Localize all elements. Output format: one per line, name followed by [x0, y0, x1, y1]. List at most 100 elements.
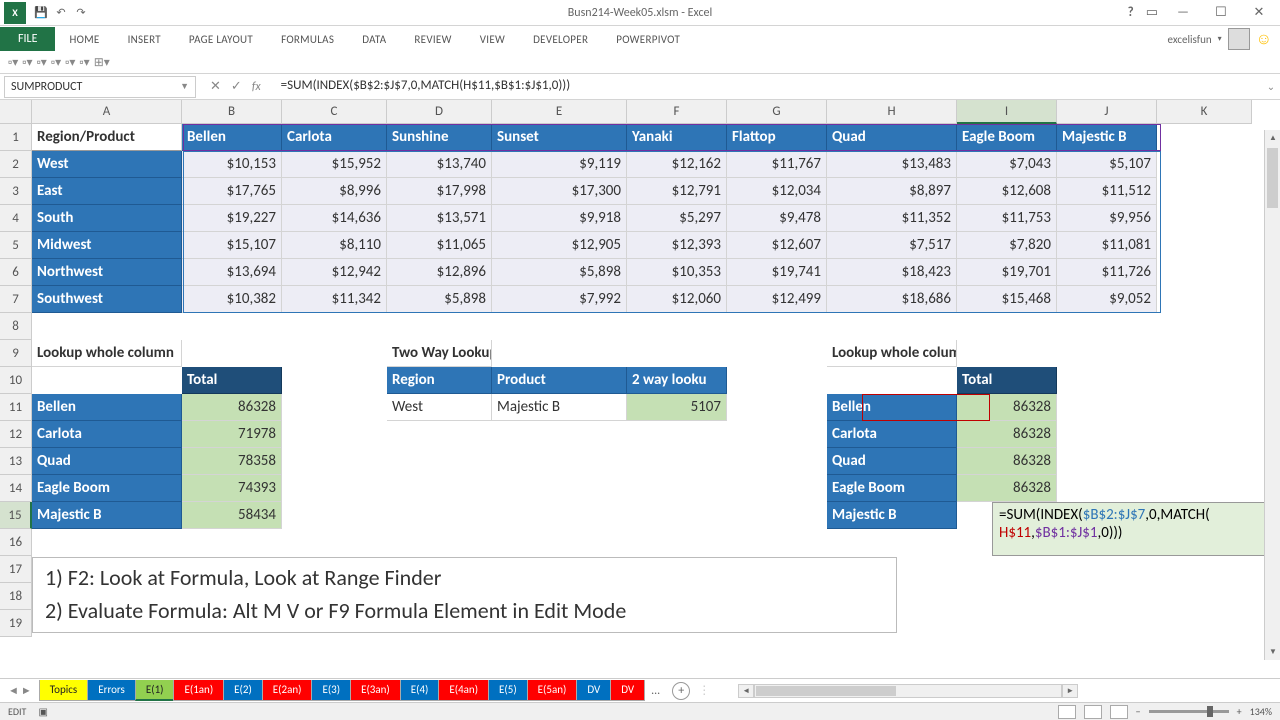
cell[interactable]: Eagle Boom — [32, 475, 182, 502]
cell[interactable]: $17,765 — [182, 178, 282, 205]
cell[interactable]: $13,740 — [387, 151, 492, 178]
row-header-16[interactable]: 16 — [0, 529, 32, 556]
toolbar-icon[interactable]: ▫▾ — [65, 55, 75, 70]
scroll-down-icon[interactable]: ▼ — [1265, 644, 1280, 660]
cell[interactable]: Majestic B — [492, 394, 627, 421]
col-header-K[interactable]: K — [1157, 100, 1252, 124]
cell[interactable]: $11,512 — [1057, 178, 1157, 205]
cell[interactable]: $7,043 — [957, 151, 1057, 178]
cell[interactable]: $17,300 — [492, 178, 627, 205]
cell[interactable]: $7,992 — [492, 286, 627, 313]
cell[interactable]: $10,353 — [627, 259, 727, 286]
ribbon-tab-powerpivot[interactable]: POWERPIVOT — [602, 28, 694, 51]
cell[interactable]: $5,898 — [492, 259, 627, 286]
row-header-17[interactable]: 17 — [0, 556, 32, 583]
cell[interactable]: Quad — [827, 124, 957, 151]
sheet-tab-errors[interactable]: Errors — [87, 680, 136, 701]
tabs-overflow[interactable]: ... — [645, 684, 666, 698]
ribbon-tab-review[interactable]: REVIEW — [400, 28, 465, 51]
cell[interactable]: Majestic B — [1057, 124, 1157, 151]
pagebreak-view-icon[interactable] — [1110, 705, 1128, 719]
cancel-formula-icon[interactable]: ✕ — [210, 79, 221, 94]
cell[interactable]: $17,998 — [387, 178, 492, 205]
col-header-J[interactable]: J — [1057, 100, 1157, 124]
row-header-13[interactable]: 13 — [0, 448, 32, 475]
zoom-in-icon[interactable]: + — [1237, 705, 1242, 718]
col-header-E[interactable]: E — [492, 100, 627, 124]
col-header-D[interactable]: D — [387, 100, 492, 124]
cell[interactable]: $13,694 — [182, 259, 282, 286]
cell[interactable]: Sunset — [492, 124, 627, 151]
col-header-A[interactable]: A — [32, 100, 182, 124]
cell[interactable]: $11,767 — [727, 151, 827, 178]
row-header-10[interactable]: 10 — [0, 367, 32, 394]
cell[interactable]: $15,107 — [182, 232, 282, 259]
cell[interactable]: 71978 — [182, 421, 282, 448]
cell[interactable]: 86328 — [957, 475, 1057, 502]
cell[interactable]: 86328 — [957, 448, 1057, 475]
select-all-corner[interactable] — [0, 100, 32, 124]
cell[interactable]: $12,942 — [282, 259, 387, 286]
name-box[interactable]: SUMPRODUCT ▼ — [4, 76, 196, 98]
cell[interactable]: Eagle Boom — [827, 475, 957, 502]
cell[interactable]: $19,701 — [957, 259, 1057, 286]
sheet-tab-e(2an)[interactable]: E(2an) — [262, 680, 313, 701]
cell[interactable]: Majestic B — [827, 502, 957, 529]
cell[interactable]: 58434 — [182, 502, 282, 529]
row-header-2[interactable]: 2 — [0, 151, 32, 178]
cell[interactable]: West — [32, 151, 182, 178]
cell[interactable]: 2 way looku — [627, 367, 727, 394]
macro-record-icon[interactable]: ▣ — [38, 705, 47, 718]
accept-formula-icon[interactable]: ✓ — [231, 79, 242, 94]
cell[interactable]: Bellen — [182, 124, 282, 151]
cell[interactable]: $11,726 — [1057, 259, 1157, 286]
tab-nav-next-icon[interactable]: ► — [21, 684, 32, 697]
cell[interactable]: $12,393 — [627, 232, 727, 259]
ribbon-tab-home[interactable]: HOME — [55, 28, 113, 51]
cell[interactable]: Flattop — [727, 124, 827, 151]
sheet-tab-dv[interactable]: DV — [576, 680, 611, 701]
cell[interactable]: $5,297 — [627, 205, 727, 232]
col-header-F[interactable]: F — [627, 100, 727, 124]
cell[interactable]: $8,897 — [827, 178, 957, 205]
zoom-slider[interactable] — [1149, 710, 1229, 713]
cell[interactable]: $12,896 — [387, 259, 492, 286]
ribbon-tab-insert[interactable]: INSERT — [114, 28, 175, 51]
cell-edit-overlay[interactable]: =SUM(INDEX($B$2:$J$7,0,MATCH(H$11,$B$1:$… — [992, 502, 1266, 556]
horizontal-scrollbar[interactable]: ◄ ► — [738, 683, 1078, 699]
cell[interactable]: $9,918 — [492, 205, 627, 232]
cell[interactable]: 78358 — [182, 448, 282, 475]
toolbar-icon[interactable]: ▫▾ — [37, 55, 47, 70]
maximize-button[interactable]: ☐ — [1208, 3, 1234, 23]
cell[interactable]: $12,791 — [627, 178, 727, 205]
cell[interactable]: $5,107 — [1057, 151, 1157, 178]
cell[interactable]: $10,382 — [182, 286, 282, 313]
cell[interactable]: $12,162 — [627, 151, 727, 178]
name-box-dropdown-icon[interactable]: ▼ — [180, 81, 189, 92]
close-button[interactable]: ✕ — [1246, 3, 1272, 23]
cell[interactable]: $14,636 — [282, 205, 387, 232]
cell[interactable]: Midwest — [32, 232, 182, 259]
sheet-tab-e(4)[interactable]: E(4) — [400, 680, 440, 701]
cell[interactable]: Carlota — [282, 124, 387, 151]
cell[interactable]: $18,686 — [827, 286, 957, 313]
cell[interactable]: $12,034 — [727, 178, 827, 205]
cell[interactable]: $5,898 — [387, 286, 492, 313]
normal-view-icon[interactable] — [1058, 705, 1076, 719]
cell[interactable]: $8,110 — [282, 232, 387, 259]
vertical-scrollbar[interactable]: ▲ ▼ — [1264, 130, 1280, 660]
cell[interactable]: $13,571 — [387, 205, 492, 232]
sheet-tab-e(1)[interactable]: E(1) — [135, 680, 175, 701]
minimize-button[interactable]: — — [1170, 3, 1196, 23]
cell[interactable]: 86328 — [957, 394, 1057, 421]
sheet-tab-e(5)[interactable]: E(5) — [488, 680, 528, 701]
ribbon-options-icon[interactable]: ▭ — [1146, 5, 1158, 20]
cell[interactable]: East — [32, 178, 182, 205]
cell[interactable]: Northwest — [32, 259, 182, 286]
cell[interactable]: Region/Product — [32, 124, 182, 151]
fx-icon[interactable]: fx — [252, 80, 261, 94]
scroll-right-icon[interactable]: ► — [1062, 684, 1078, 698]
cell[interactable]: $7,517 — [827, 232, 957, 259]
row-header-3[interactable]: 3 — [0, 178, 32, 205]
scroll-up-icon[interactable]: ▲ — [1265, 130, 1280, 146]
